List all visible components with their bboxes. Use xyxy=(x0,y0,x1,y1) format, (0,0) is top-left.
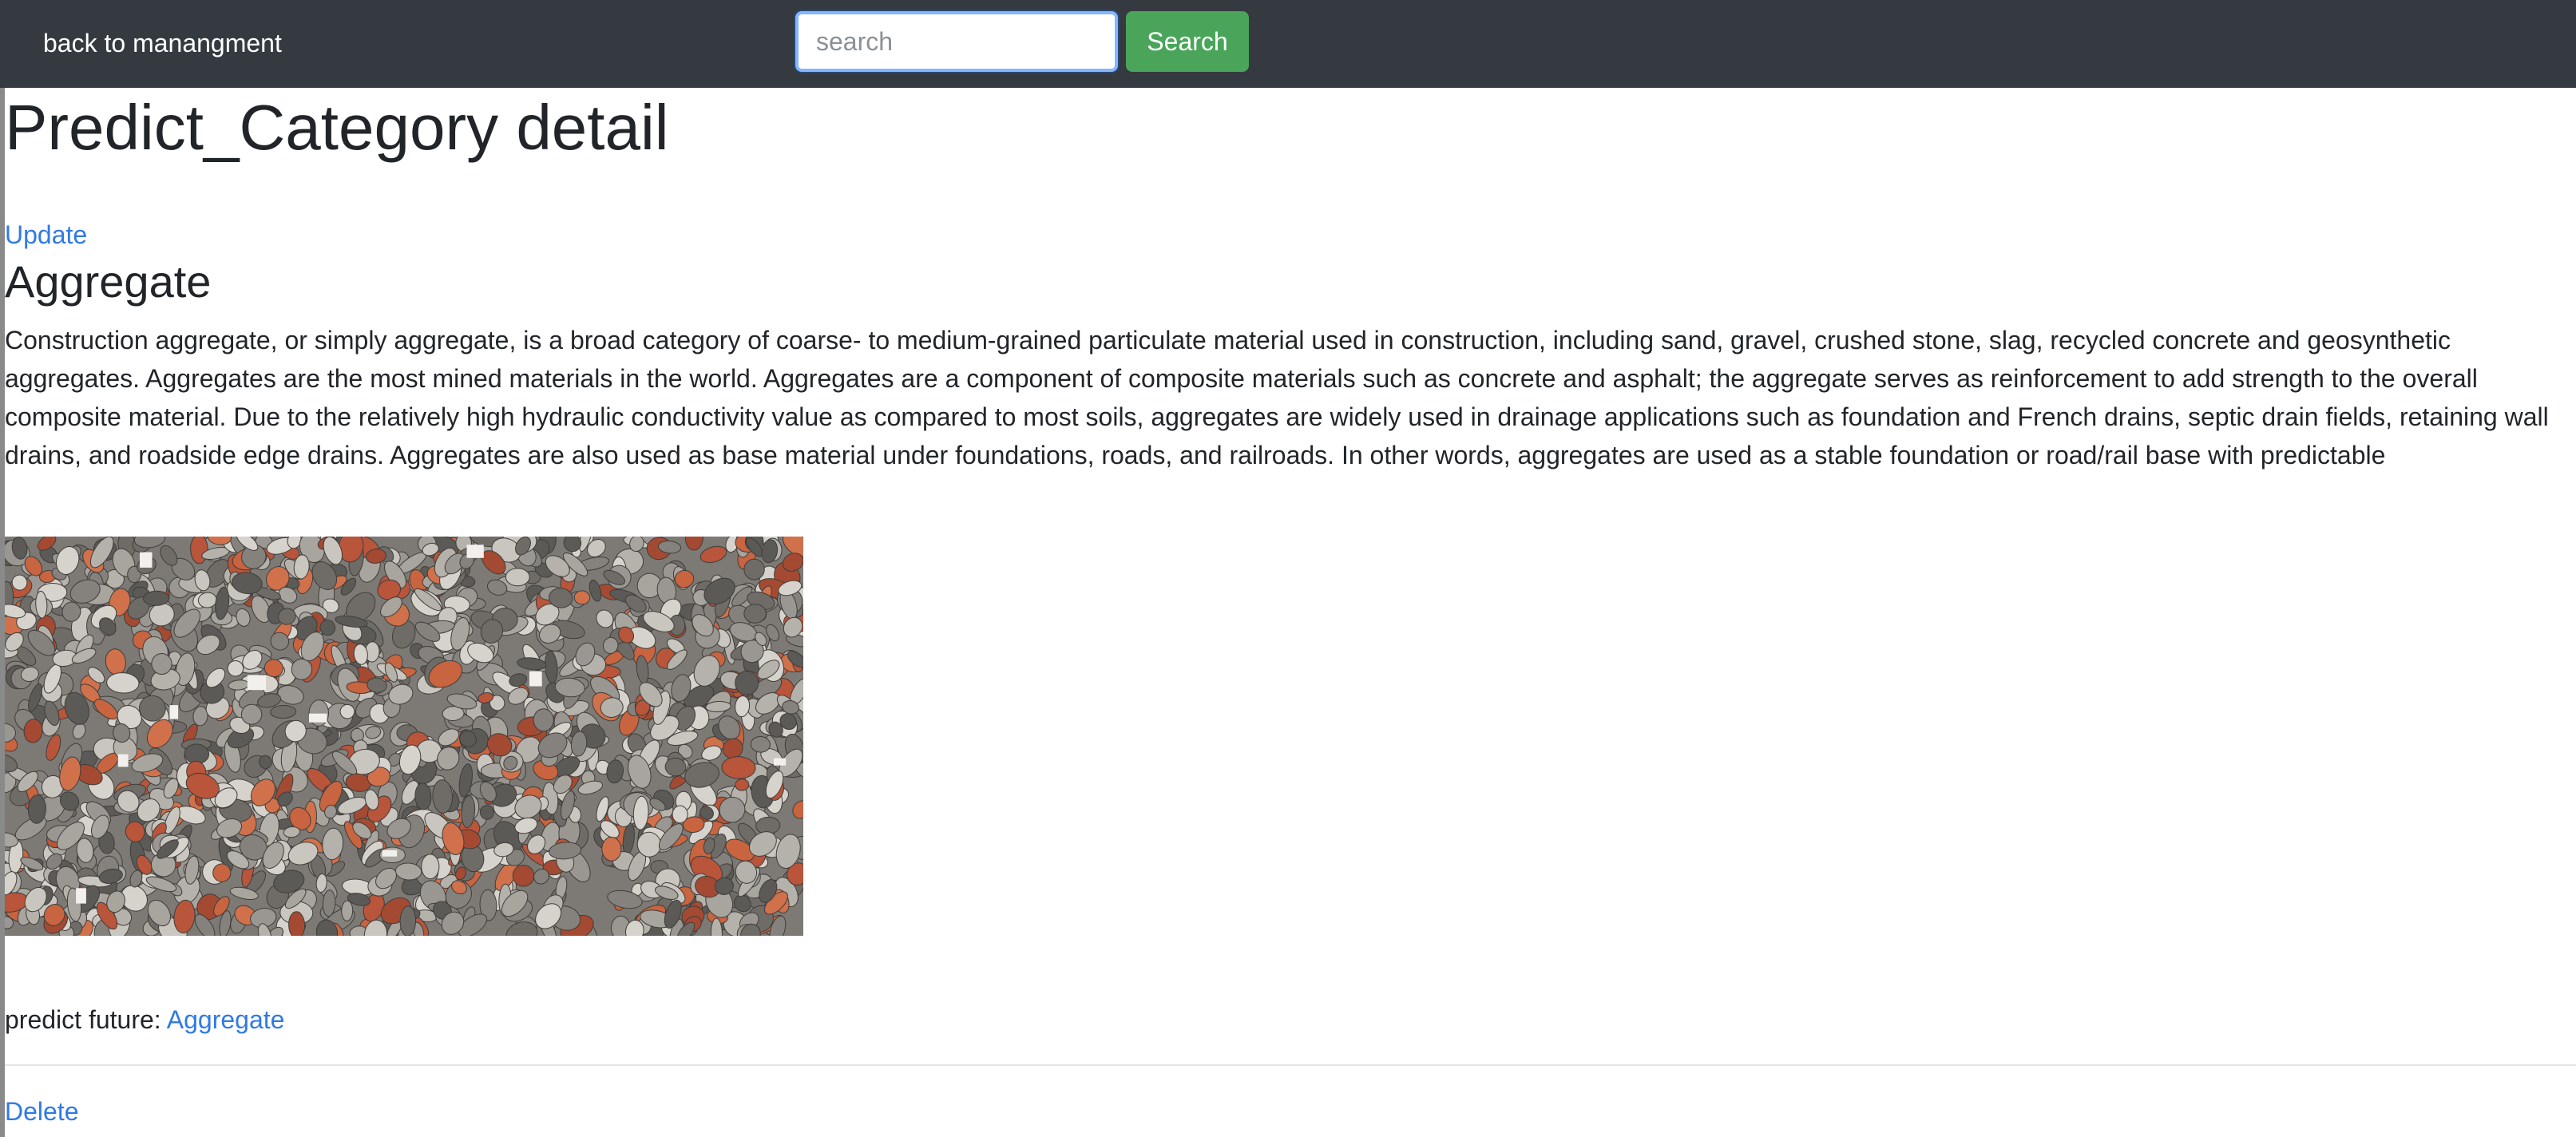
predict-future-row: predict future: Aggregate xyxy=(5,1001,284,1038)
gravel-highlight xyxy=(309,713,327,723)
search-input[interactable] xyxy=(795,11,1118,72)
gravel-stone xyxy=(743,604,767,624)
gravel-stone xyxy=(735,778,750,791)
gravel-stone xyxy=(212,863,232,882)
gravel-stone xyxy=(601,836,622,862)
search-button[interactable]: Search xyxy=(1126,11,1249,72)
gravel-highlight xyxy=(169,705,179,719)
gravel-stone xyxy=(421,854,440,880)
gravel-highlight xyxy=(382,850,398,857)
update-link[interactable]: Update xyxy=(5,217,87,252)
gravel-stone xyxy=(341,900,354,921)
gravel-highlight xyxy=(466,545,484,558)
delete-link[interactable]: Delete xyxy=(5,1094,79,1129)
gravel-stone xyxy=(190,537,208,565)
gravel-stone xyxy=(505,568,530,587)
gravel-stone xyxy=(573,590,591,605)
back-to-management-link[interactable]: back to manangment xyxy=(43,26,282,61)
gravel-highlight xyxy=(76,888,86,904)
divider xyxy=(5,1064,2576,1066)
gravel-highlight xyxy=(140,552,153,568)
top-navbar: back to manangment Search xyxy=(0,0,2576,88)
aggregate-photo xyxy=(5,537,803,936)
predict-future-link[interactable]: Aggregate xyxy=(167,1005,285,1034)
gravel-highlight xyxy=(773,758,787,766)
predict-future-label: predict future: xyxy=(5,1005,161,1034)
gravel-highlight xyxy=(117,754,129,767)
gravel-stone xyxy=(399,905,417,936)
gravel-highlight xyxy=(529,671,542,687)
category-name: Aggregate xyxy=(5,256,212,307)
gravel-image xyxy=(5,537,803,936)
page-title: Predict_Category detail xyxy=(5,92,669,163)
category-description: Construction aggregate, or simply aggreg… xyxy=(5,326,2549,469)
gravel-stone xyxy=(512,865,535,887)
gravel-stone xyxy=(672,805,688,824)
gravel-highlight xyxy=(247,675,267,691)
